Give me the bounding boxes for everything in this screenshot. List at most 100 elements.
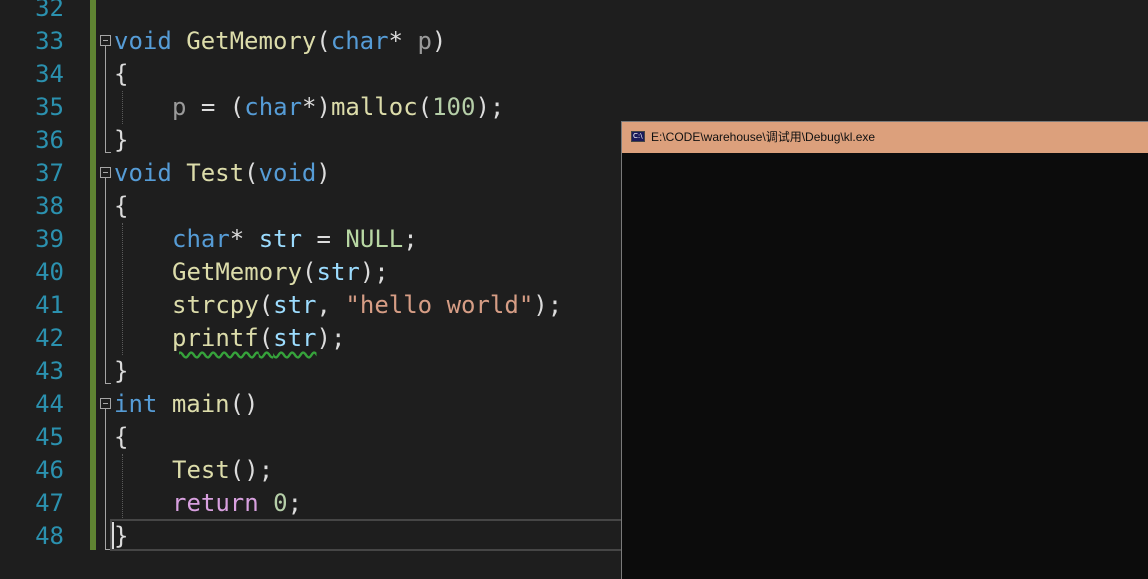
line-number: 48	[35, 522, 64, 550]
function-name: malloc	[330, 93, 418, 121]
line-number: 47	[35, 489, 64, 517]
function-name: Test	[186, 159, 245, 187]
punctuation: )	[316, 159, 331, 187]
code-line-46[interactable]: Test();	[172, 454, 273, 487]
number-literal: 100	[432, 93, 476, 121]
variable: str	[273, 324, 317, 352]
function-name: GetMemory	[186, 27, 317, 55]
code-line-48[interactable]: }	[114, 520, 128, 553]
current-line-highlight	[110, 519, 635, 551]
keyword: char	[330, 27, 389, 55]
function-name: printf	[172, 324, 259, 352]
text-caret	[112, 522, 114, 549]
parameter: p	[172, 93, 187, 121]
line-number-gutter: 32 33 34 35 36 37 38 39 40 41 42 43 44 4…	[0, 0, 90, 578]
line-number: 35	[35, 93, 64, 121]
code-line-43[interactable]: }	[114, 355, 128, 388]
line-number: 32	[35, 0, 64, 22]
collapse-icon[interactable]	[100, 398, 111, 409]
punctuation: (	[258, 324, 274, 352]
function-name: strcpy	[172, 291, 259, 319]
punctuation: (	[417, 93, 433, 121]
punctuation: =	[302, 225, 346, 253]
punctuation: = (	[186, 93, 245, 121]
macro: NULL	[345, 225, 404, 253]
punctuation: );	[533, 291, 563, 319]
brace: {	[114, 192, 129, 220]
punctuation: );	[359, 258, 389, 286]
code-line-38[interactable]: {	[114, 190, 128, 223]
control-keyword: return	[172, 489, 259, 517]
collapse-icon[interactable]	[100, 167, 111, 178]
brace: {	[114, 423, 129, 451]
console-window-title: E:\CODE\warehouse\调试用\Debug\kl.exe	[651, 130, 876, 144]
line-number: 39	[35, 225, 64, 253]
punctuation: );	[475, 93, 505, 121]
punctuation: *)	[302, 93, 331, 121]
keyword: char	[244, 93, 303, 121]
parameter: p	[417, 27, 432, 55]
line-number: 46	[35, 456, 64, 484]
indent-guide	[122, 91, 123, 124]
line-number: 43	[35, 357, 64, 385]
console-app-icon[interactable]: C:\	[631, 131, 645, 142]
punctuation: (	[258, 291, 274, 319]
punctuation: ,	[316, 291, 346, 319]
keyword: void	[114, 27, 172, 55]
console-title-bar[interactable]: C:\ E:\CODE\warehouse\调试用\Debug\kl.exe	[622, 122, 1148, 153]
collapse-icon[interactable]	[100, 35, 111, 46]
brace: }	[114, 126, 129, 154]
fold-guide-line	[105, 409, 106, 549]
code-line-47[interactable]: return 0;	[172, 487, 302, 520]
code-line-39[interactable]: char* str = NULL;	[172, 223, 418, 256]
punctuation: (	[316, 27, 331, 55]
line-number: 33	[35, 27, 64, 55]
punctuation: (	[302, 258, 317, 286]
fold-guide-end	[105, 152, 111, 153]
console-window[interactable]: C:\ E:\CODE\warehouse\调试用\Debug\kl.exe	[621, 121, 1148, 579]
brace: }	[114, 522, 129, 550]
line-number: 42	[35, 324, 64, 352]
keyword: int	[114, 390, 158, 418]
brace: }	[114, 357, 129, 385]
warning-squiggle: printf(str	[172, 324, 317, 352]
keyword: char	[172, 225, 230, 253]
line-number: 41	[35, 291, 64, 319]
code-line-36[interactable]: }	[114, 124, 128, 157]
punctuation: ;	[403, 225, 418, 253]
code-line-42[interactable]: printf(str);	[172, 322, 345, 355]
punctuation: *	[388, 27, 403, 55]
line-number: 34	[35, 60, 64, 88]
code-line-33[interactable]: void GetMemory(char* p)	[114, 25, 446, 58]
code-line-45[interactable]: {	[114, 421, 128, 454]
indent-guide	[122, 223, 123, 355]
punctuation: ();	[229, 456, 274, 484]
code-line-40[interactable]: GetMemory(str);	[172, 256, 389, 289]
variable: str	[258, 225, 303, 253]
punctuation: (	[244, 159, 259, 187]
punctuation: ;	[287, 489, 303, 517]
line-number: 44	[35, 390, 64, 418]
code-line-41[interactable]: strcpy(str, "hello world");	[172, 289, 562, 322]
punctuation: )	[431, 27, 447, 55]
keyword: void	[114, 159, 172, 187]
code-line-34[interactable]: {	[114, 58, 128, 91]
punctuation: );	[316, 324, 346, 352]
indent-guide	[122, 454, 123, 520]
line-number: 36	[35, 126, 64, 154]
fold-guide-line	[105, 46, 106, 152]
function-name: Test	[172, 456, 230, 484]
line-number: 38	[35, 192, 64, 220]
variable: str	[316, 258, 360, 286]
keyword: void	[258, 159, 317, 187]
variable: str	[273, 291, 317, 319]
number-literal: 0	[273, 489, 288, 517]
punctuation: ()	[229, 390, 259, 418]
code-line-35[interactable]: p = (char*)malloc(100);	[172, 91, 504, 124]
line-number: 40	[35, 258, 64, 286]
brace: {	[114, 60, 129, 88]
code-line-37[interactable]: void Test(void)	[114, 157, 331, 190]
function-name: main	[171, 390, 230, 418]
code-line-44[interactable]: int main()	[114, 388, 259, 421]
line-number: 37	[35, 159, 64, 187]
